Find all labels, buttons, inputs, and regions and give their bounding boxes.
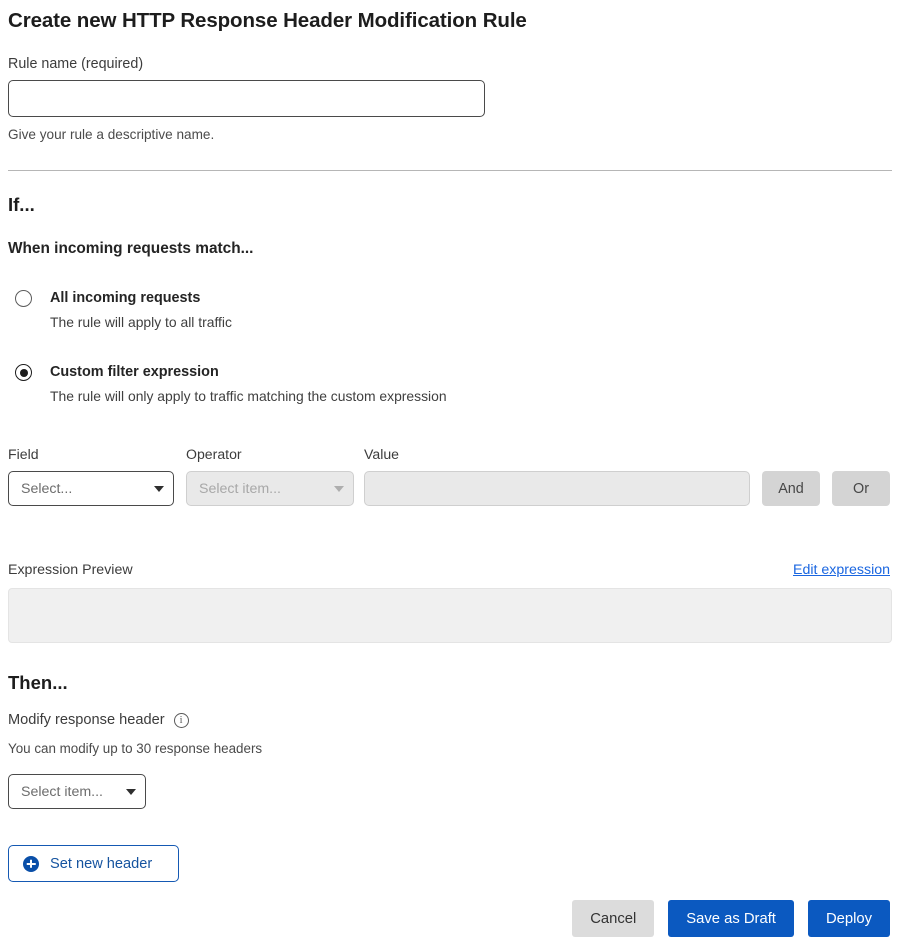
section-divider	[8, 170, 892, 171]
modify-response-header-row: Modify response header i	[8, 711, 890, 730]
set-new-header-button[interactable]: Set new header	[8, 845, 179, 882]
expression-preview-box	[8, 588, 892, 643]
field-select-value: Select...	[21, 480, 73, 497]
form-actions: Cancel Save as Draft Deploy	[558, 900, 890, 937]
modify-response-header-label: Modify response header	[8, 712, 165, 728]
radio-icon-unchecked[interactable]	[15, 290, 32, 307]
rule-create-form: Create new HTTP Response Header Modifica…	[0, 0, 898, 947]
filter-builder-row: Field Select... Operator Select item... …	[8, 445, 890, 506]
set-new-header-label: Set new header	[50, 855, 153, 872]
cancel-button[interactable]: Cancel	[572, 900, 655, 937]
expression-preview-header: Expression Preview Edit expression	[8, 561, 890, 579]
response-header-action-select[interactable]: Select item...	[8, 774, 146, 809]
chevron-down-icon	[154, 485, 164, 492]
operator-select-value: Select item...	[199, 480, 282, 497]
if-section-subheading: When incoming requests match...	[8, 240, 254, 257]
rule-name-input[interactable]	[8, 80, 485, 117]
and-button[interactable]: And	[762, 471, 820, 506]
chevron-down-icon	[126, 788, 136, 795]
response-header-action-value: Select item...	[21, 783, 104, 800]
radio-option-title: Custom filter expression	[50, 364, 219, 380]
save-as-draft-button[interactable]: Save as Draft	[668, 900, 794, 937]
or-button[interactable]: Or	[832, 471, 890, 506]
operator-column: Operator Select item...	[186, 445, 354, 506]
chevron-down-icon	[334, 485, 344, 492]
radio-option-custom-filter-expression[interactable]: Custom filter expression The rule will o…	[8, 363, 890, 405]
radio-option-texts: All incoming requests The rule will appl…	[50, 289, 232, 331]
info-icon[interactable]: i	[173, 713, 189, 728]
deploy-button[interactable]: Deploy	[807, 900, 890, 937]
rule-name-label: Rule name (required)	[8, 56, 144, 72]
operator-select[interactable]: Select item...	[186, 471, 354, 506]
value-label: Value	[364, 446, 399, 462]
field-label: Field	[8, 446, 39, 462]
value-input[interactable]	[364, 471, 750, 506]
field-column: Field Select...	[8, 445, 174, 506]
operator-label: Operator	[186, 446, 242, 462]
edit-expression-link[interactable]: Edit expression	[793, 562, 890, 578]
expression-preview-label: Expression Preview	[8, 562, 133, 578]
radio-option-title: All incoming requests	[50, 290, 201, 306]
page-title: Create new HTTP Response Header Modifica…	[8, 9, 527, 32]
field-select[interactable]: Select...	[8, 471, 174, 506]
modify-response-header-help: You can modify up to 30 response headers	[8, 741, 263, 756]
radio-icon-checked[interactable]	[15, 364, 32, 381]
radio-option-all-incoming-requests[interactable]: All incoming requests The rule will appl…	[8, 289, 890, 331]
value-column: Value	[364, 445, 750, 506]
if-section-heading: If...	[8, 194, 35, 215]
radio-option-description: The rule will only apply to traffic matc…	[50, 388, 447, 404]
rule-name-help: Give your rule a descriptive name.	[8, 127, 215, 142]
radio-option-texts: Custom filter expression The rule will o…	[50, 363, 447, 405]
then-section-heading: Then...	[8, 672, 68, 693]
radio-option-description: The rule will apply to all traffic	[50, 314, 232, 330]
plus-circle-icon	[23, 855, 39, 872]
